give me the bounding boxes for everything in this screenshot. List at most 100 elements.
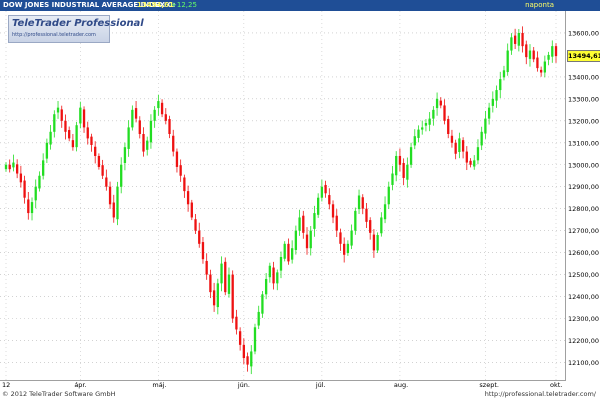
candle-body	[60, 109, 63, 121]
candle-body	[539, 69, 543, 73]
candle-body	[146, 140, 149, 150]
candle-body	[354, 210, 357, 231]
y-tick-label: 13300,00	[568, 95, 599, 103]
candle-body	[27, 199, 30, 214]
candle-body	[86, 127, 89, 139]
candle-body	[406, 164, 409, 180]
candle-body	[257, 311, 260, 326]
candle-body	[387, 186, 390, 205]
candle-body	[198, 230, 201, 244]
y-tick-label: 13600,00	[568, 29, 599, 37]
candle-body	[402, 162, 405, 178]
candle-body	[53, 114, 56, 132]
candle-body	[216, 283, 219, 308]
candle-body	[238, 331, 242, 345]
candle-body	[376, 235, 379, 251]
candle-body	[294, 230, 298, 250]
candle-body	[42, 160, 45, 176]
candle-body	[276, 272, 279, 284]
candle-body	[551, 46, 554, 57]
candle-body	[134, 108, 138, 119]
candle-body	[79, 107, 82, 124]
candle-body	[357, 195, 361, 210]
y-tick-label: 12900,00	[568, 183, 599, 191]
candle-body	[45, 142, 49, 159]
y-tick-label: 12400,00	[568, 293, 599, 301]
candle-body	[395, 155, 398, 176]
candle-body	[149, 120, 153, 143]
candle-body	[194, 219, 197, 231]
candle-body	[439, 100, 442, 106]
y-tick-label: 13200,00	[568, 117, 599, 125]
candle-body	[15, 164, 19, 174]
candlestick-chart[interactable]: 12100,00 12200,00 12300,00 12400,00 12500,00…	[0, 0, 600, 390]
candle-body	[528, 50, 532, 59]
teletrader-logo: TeleTrader Professional http://professio…	[8, 15, 144, 43]
y-tick-label: 12600,00	[568, 249, 599, 257]
x-tick-label: szept.	[479, 381, 499, 389]
candle-body	[413, 136, 416, 146]
candle-body	[465, 151, 468, 163]
candle-body	[450, 135, 454, 143]
candle-body	[153, 109, 156, 121]
candle-body	[112, 202, 115, 218]
candle-body	[94, 146, 97, 156]
candle-body	[116, 186, 119, 220]
candle-body	[458, 138, 461, 153]
candle-body	[343, 243, 346, 255]
candle-body	[443, 105, 446, 121]
candle-body	[212, 290, 216, 306]
copyright-text: © 2012 TeleTrader Software GmbH	[2, 390, 116, 398]
candle-body	[97, 155, 101, 167]
candle-body	[253, 327, 257, 352]
candle-body	[90, 136, 93, 145]
candle-body	[513, 35, 517, 44]
candle-body	[23, 180, 26, 198]
x-tick-label: aug.	[394, 381, 408, 389]
candle-body	[517, 32, 520, 46]
y-tick-label: 12500,00	[568, 271, 599, 279]
x-tick-label: máj.	[152, 381, 166, 389]
candle-body	[298, 217, 301, 231]
candle-body	[38, 175, 41, 189]
y-tick-label: 12200,00	[568, 337, 599, 345]
footer-url[interactable]: http://professional.teletrader.com/	[485, 390, 596, 398]
candle-body	[409, 147, 413, 165]
candle-body	[324, 184, 327, 194]
chart-window: DOW JONES INDUSTRIAL AVERAGE INDEX C: 13…	[0, 0, 600, 400]
candle-body	[68, 130, 71, 139]
candle-body	[473, 160, 476, 167]
candle-body	[461, 140, 465, 152]
candle-body	[190, 202, 193, 218]
candle-body	[346, 243, 350, 254]
y-tick-label: 12700,00	[568, 227, 599, 235]
candle-body	[313, 213, 316, 229]
candle-body	[499, 79, 502, 91]
y-tick-label: 12100,00	[568, 359, 599, 367]
candle-body	[235, 316, 238, 330]
candle-body	[532, 50, 535, 60]
x-tick-label: jún.	[237, 381, 250, 389]
candle-body	[421, 127, 424, 130]
candle-body	[71, 140, 75, 148]
candle-body	[302, 215, 305, 233]
candle-body	[502, 70, 506, 78]
candle-body	[547, 54, 550, 60]
candle-body	[261, 294, 264, 314]
candle-body	[435, 98, 439, 109]
candle-body	[127, 127, 130, 149]
candle-body	[487, 107, 491, 119]
candle-body	[183, 177, 186, 192]
candle-body	[447, 119, 450, 134]
candle-body	[506, 50, 509, 73]
candle-body	[372, 234, 376, 251]
candle-body	[495, 90, 498, 101]
candle-body	[279, 257, 283, 271]
candle-body	[101, 165, 104, 176]
candle-body	[168, 119, 171, 134]
candle-body	[209, 274, 212, 293]
footer: © 2012 TeleTrader Software GmbH http://p…	[0, 390, 600, 400]
candle-body	[224, 261, 227, 293]
candle-body	[398, 155, 402, 165]
candle-body	[242, 344, 245, 359]
